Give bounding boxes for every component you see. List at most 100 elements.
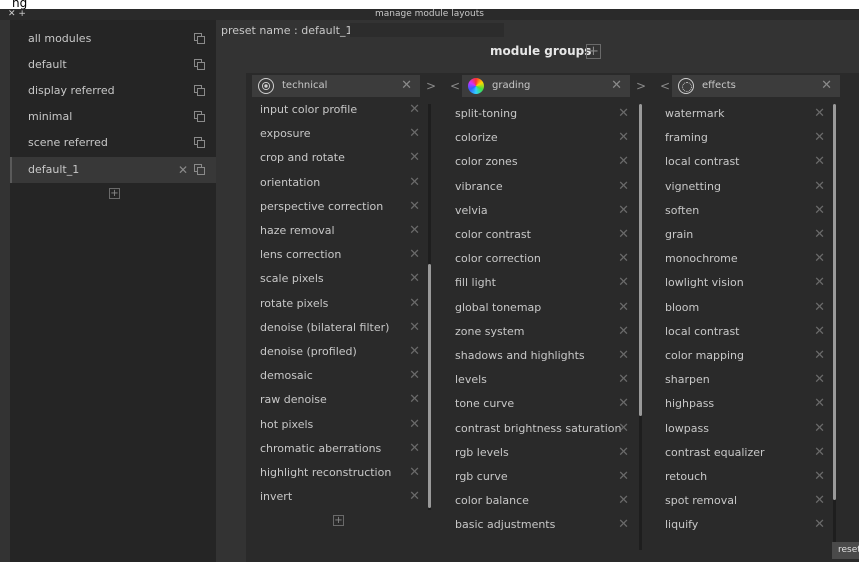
- module-item[interactable]: liquify ✕: [657, 513, 833, 537]
- remove-module-icon[interactable]: ✕: [409, 437, 420, 461]
- remove-module-icon[interactable]: ✕: [814, 513, 825, 537]
- technical-scrollbar[interactable]: [428, 104, 431, 510]
- remove-module-icon[interactable]: ✕: [814, 417, 825, 441]
- remove-module-icon[interactable]: ✕: [618, 417, 629, 441]
- module-item[interactable]: retouch ✕: [657, 465, 833, 489]
- module-item[interactable]: vibrance ✕: [447, 175, 637, 199]
- remove-module-icon[interactable]: ✕: [814, 441, 825, 465]
- remove-module-icon[interactable]: ✕: [814, 392, 825, 416]
- remove-module-icon[interactable]: ✕: [409, 267, 420, 291]
- module-item[interactable]: colorize ✕: [447, 126, 637, 150]
- delete-preset-icon[interactable]: ✕: [178, 157, 188, 183]
- duplicate-icon[interactable]: [194, 33, 205, 44]
- add-module-button[interactable]: +: [333, 515, 344, 526]
- remove-module-icon[interactable]: ✕: [814, 247, 825, 271]
- module-item[interactable]: chromatic aberrations ✕: [252, 437, 428, 461]
- remove-module-icon[interactable]: ✕: [409, 485, 420, 509]
- module-item[interactable]: lowpass ✕: [657, 417, 833, 441]
- remove-module-icon[interactable]: ✕: [409, 171, 420, 195]
- preset-item-scene-referred[interactable]: scene referred: [10, 130, 216, 156]
- preset-name-field[interactable]: [350, 23, 504, 37]
- module-item[interactable]: velvia ✕: [447, 199, 637, 223]
- remove-module-icon[interactable]: ✕: [618, 223, 629, 247]
- remove-module-icon[interactable]: ✕: [814, 271, 825, 295]
- remove-module-icon[interactable]: ✕: [618, 368, 629, 392]
- remove-module-icon[interactable]: ✕: [409, 461, 420, 485]
- grading-scrollbar[interactable]: [639, 104, 642, 550]
- duplicate-icon[interactable]: [194, 85, 205, 96]
- scroll-thumb[interactable]: [428, 264, 431, 508]
- remove-module-icon[interactable]: ✕: [618, 271, 629, 295]
- remove-module-icon[interactable]: ✕: [618, 247, 629, 271]
- remove-module-icon[interactable]: ✕: [618, 392, 629, 416]
- module-item[interactable]: framing ✕: [657, 126, 833, 150]
- module-item[interactable]: fill light ✕: [447, 271, 637, 295]
- preset-item-all-modules[interactable]: all modules: [10, 26, 216, 52]
- module-item[interactable]: denoise (bilateral filter) ✕: [252, 316, 428, 340]
- module-item[interactable]: grain ✕: [657, 223, 833, 247]
- module-item[interactable]: sharpen ✕: [657, 368, 833, 392]
- remove-module-icon[interactable]: ✕: [618, 150, 629, 174]
- effects-scrollbar[interactable]: [833, 104, 836, 550]
- module-item[interactable]: basic adjustments ✕: [447, 513, 637, 537]
- module-item[interactable]: orientation ✕: [252, 171, 428, 195]
- remove-module-icon[interactable]: ✕: [409, 364, 420, 388]
- module-item[interactable]: local contrast ✕: [657, 320, 833, 344]
- remove-module-icon[interactable]: ✕: [618, 489, 629, 513]
- module-item[interactable]: local contrast ✕: [657, 150, 833, 174]
- remove-group-icon[interactable]: ✕: [821, 75, 832, 97]
- remove-module-icon[interactable]: ✕: [409, 100, 420, 122]
- module-item[interactable]: exposure ✕: [252, 122, 428, 146]
- group-name[interactable]: grading: [492, 75, 530, 97]
- duplicate-icon[interactable]: [194, 164, 205, 175]
- group-name[interactable]: effects: [702, 75, 736, 97]
- module-item[interactable]: perspective correction ✕: [252, 195, 428, 219]
- remove-module-icon[interactable]: ✕: [814, 199, 825, 223]
- remove-module-icon[interactable]: ✕: [618, 199, 629, 223]
- group-name[interactable]: technical: [282, 75, 327, 97]
- module-item[interactable]: color mapping ✕: [657, 344, 833, 368]
- module-item[interactable]: color zones ✕: [447, 150, 637, 174]
- module-item[interactable]: hot pixels ✕: [252, 413, 428, 437]
- scroll-thumb[interactable]: [639, 104, 642, 416]
- reset-button[interactable]: reset: [832, 542, 859, 559]
- remove-group-icon[interactable]: ✕: [401, 75, 412, 97]
- remove-module-icon[interactable]: ✕: [409, 122, 420, 146]
- module-item[interactable]: zone system ✕: [447, 320, 637, 344]
- module-item[interactable]: color correction ✕: [447, 247, 637, 271]
- group-header-grading[interactable]: grading ✕: [462, 75, 630, 97]
- remove-module-icon[interactable]: ✕: [814, 150, 825, 174]
- module-item[interactable]: soften ✕: [657, 199, 833, 223]
- remove-module-icon[interactable]: ✕: [814, 175, 825, 199]
- module-item[interactable]: split-toning ✕: [447, 102, 637, 126]
- module-item[interactable]: lowlight vision ✕: [657, 271, 833, 295]
- remove-module-icon[interactable]: ✕: [814, 126, 825, 150]
- module-item[interactable]: rotate pixels ✕: [252, 292, 428, 316]
- remove-module-icon[interactable]: ✕: [814, 102, 825, 126]
- module-item[interactable]: rgb levels ✕: [447, 441, 637, 465]
- remove-module-icon[interactable]: ✕: [618, 296, 629, 320]
- remove-module-icon[interactable]: ✕: [409, 195, 420, 219]
- remove-group-icon[interactable]: ✕: [611, 75, 622, 97]
- module-item[interactable]: color balance ✕: [447, 489, 637, 513]
- remove-module-icon[interactable]: ✕: [618, 320, 629, 344]
- group-header-technical[interactable]: technical ✕: [252, 75, 420, 97]
- remove-module-icon[interactable]: ✕: [618, 102, 629, 126]
- module-item[interactable]: vignetting ✕: [657, 175, 833, 199]
- remove-module-icon[interactable]: ✕: [409, 292, 420, 316]
- preset-item-default-1[interactable]: default_1 ✕: [10, 157, 216, 183]
- module-item[interactable]: haze removal ✕: [252, 219, 428, 243]
- module-item[interactable]: highpass ✕: [657, 392, 833, 416]
- remove-module-icon[interactable]: ✕: [618, 344, 629, 368]
- remove-module-icon[interactable]: ✕: [618, 441, 629, 465]
- module-item[interactable]: monochrome ✕: [657, 247, 833, 271]
- scroll-thumb[interactable]: [833, 104, 836, 500]
- module-item[interactable]: global tonemap ✕: [447, 296, 637, 320]
- module-item[interactable]: scale pixels ✕: [252, 267, 428, 291]
- module-item[interactable]: bloom ✕: [657, 296, 833, 320]
- module-item[interactable]: denoise (profiled) ✕: [252, 340, 428, 364]
- move-left-arrow[interactable]: <: [660, 75, 670, 97]
- move-left-arrow[interactable]: <: [450, 75, 460, 97]
- remove-module-icon[interactable]: ✕: [618, 513, 629, 537]
- remove-module-icon[interactable]: ✕: [409, 243, 420, 267]
